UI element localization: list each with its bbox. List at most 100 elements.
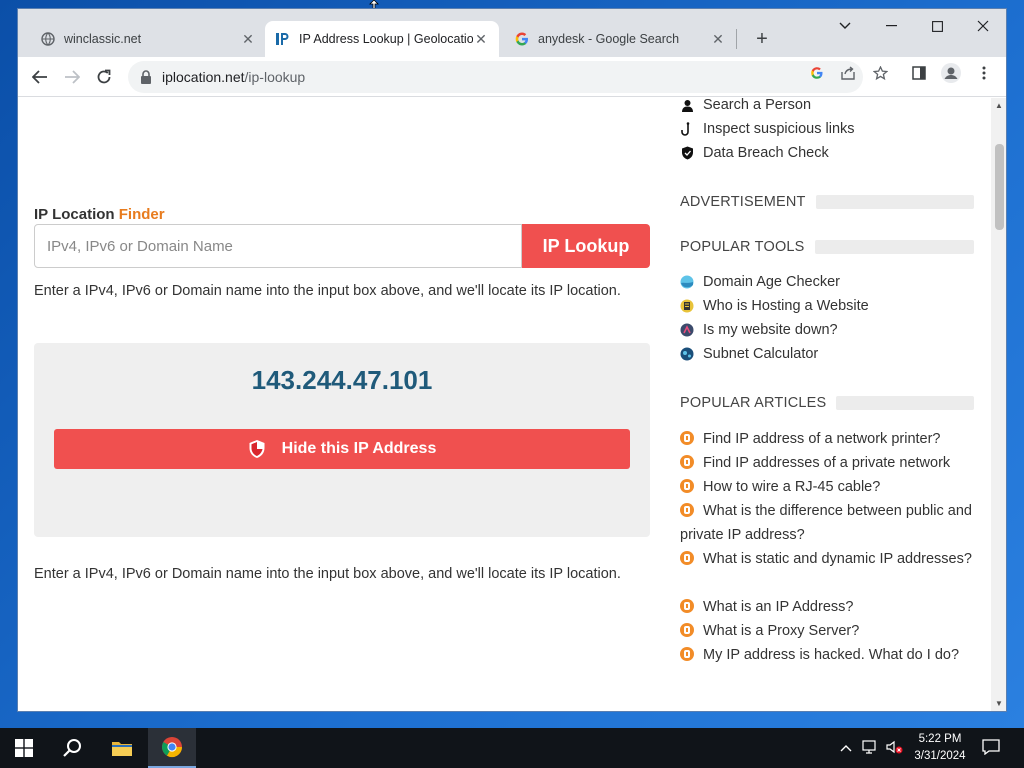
heading-rule (815, 195, 974, 209)
article-link[interactable]: What is a Proxy Server? (680, 619, 976, 643)
close-icon[interactable]: ✕ (473, 31, 489, 47)
tab-strip: winclassic.net ✕ IP Address Lookup | Geo… (18, 9, 1006, 57)
article-link[interactable]: My IP address is hacked. What do I do? (680, 643, 976, 667)
tool-domain-age-checker[interactable]: Domain Age Checker (680, 274, 840, 290)
finder-title: IP Location Finder (34, 206, 165, 223)
chrome-taskbar-button[interactable] (148, 728, 196, 768)
minimize-button[interactable] (868, 9, 914, 43)
hide-ip-label: Hide this IP Address (281, 440, 437, 457)
page-scrollbar[interactable]: ▲ ▼ (991, 98, 1006, 711)
sidebar-link-label: Inspect suspicious links (703, 121, 855, 137)
google-lens-icon[interactable] (806, 62, 828, 84)
popular-articles-heading: POPULAR ARTICLES (680, 395, 974, 411)
article-link[interactable]: Find IP address of a network printer? (680, 427, 976, 451)
forward-button[interactable] (58, 63, 86, 91)
sidebar-link-data-breach[interactable]: Data Breach Check (680, 145, 829, 161)
web-page: IP Location Finder IPv4, IPv6 or Domain … (18, 98, 993, 711)
clock-date: 3/31/2024 (914, 750, 966, 762)
article-link[interactable]: How to wire a RJ-45 cable? (680, 475, 976, 499)
advertisement-heading-text: ADVERTISEMENT (680, 194, 806, 210)
status-icon (680, 323, 694, 337)
notifications-icon[interactable] (982, 739, 1000, 758)
close-icon[interactable]: ✕ (240, 31, 256, 47)
blogger-icon (680, 623, 694, 637)
sidebar-link-inspect-links[interactable]: Inspect suspicious links (680, 121, 855, 137)
search-button[interactable] (48, 728, 96, 768)
ip-lookup-button[interactable]: IP Lookup (522, 224, 650, 268)
blogger-icon (680, 503, 694, 517)
scroll-down-arrow-icon[interactable]: ▼ (995, 700, 1003, 708)
popular-tools-heading-text: POPULAR TOOLS (680, 239, 805, 255)
ip-lookup-placeholder: IPv4, IPv6 or Domain Name (47, 237, 233, 255)
close-icon[interactable]: ✕ (710, 31, 726, 47)
volume-muted-icon[interactable] (886, 740, 904, 757)
windows-logo-icon (15, 739, 33, 757)
tab-title: winclassic.net (64, 32, 142, 46)
advertisement-heading: ADVERTISEMENT (680, 194, 974, 210)
blogger-icon (680, 551, 694, 565)
tab-title: anydesk - Google Search (538, 32, 680, 46)
tool-label: Who is Hosting a Website (703, 298, 869, 314)
tab-iplocation[interactable]: IP Address Lookup | Geolocation ✕ (265, 21, 499, 57)
shield-icon (680, 146, 694, 160)
article-link[interactable]: What is the difference between public an… (680, 499, 976, 547)
server-icon (680, 299, 694, 313)
tab-google-search[interactable]: anydesk - Google Search ✕ (504, 21, 736, 57)
file-explorer-button[interactable] (98, 728, 146, 768)
tool-is-website-down[interactable]: Is my website down? (680, 322, 838, 338)
blogger-icon (680, 599, 694, 613)
tab-winclassic[interactable]: winclassic.net ✕ (30, 21, 266, 57)
article-link[interactable]: Find IP addresses of a private network (680, 451, 976, 475)
menu-kebab-icon[interactable] (973, 62, 995, 84)
iplocation-favicon (275, 31, 291, 47)
finder-title-main: IP Location (34, 206, 115, 223)
tab-separator (736, 29, 737, 49)
lock-icon (141, 70, 151, 84)
address-bar[interactable]: iplocation.net/ip-lookup (128, 61, 863, 93)
maximize-button[interactable] (914, 9, 960, 43)
scroll-up-arrow-icon[interactable]: ▲ (995, 102, 1003, 110)
tab-title: IP Address Lookup | Geolocation (299, 32, 473, 46)
tool-label: Subnet Calculator (703, 346, 819, 362)
start-button[interactable] (0, 728, 48, 768)
new-tab-button[interactable]: + (750, 27, 774, 51)
back-button[interactable] (26, 63, 54, 91)
sidebar-link-search-person[interactable]: Search a Person (680, 98, 811, 113)
clock-time: 5:22 PM (918, 733, 962, 745)
tool-subnet-calculator[interactable]: Subnet Calculator (680, 346, 818, 362)
globe-icon (40, 31, 56, 47)
browser-window: winclassic.net ✕ IP Address Lookup | Geo… (17, 8, 1007, 712)
share-icon[interactable] (837, 62, 859, 84)
ip-lookup-input[interactable]: IPv4, IPv6 or Domain Name (34, 224, 522, 268)
hide-ip-button[interactable]: Hide this IP Address (54, 429, 630, 469)
blogger-icon (680, 431, 694, 445)
tool-label: Domain Age Checker (703, 274, 841, 290)
side-panel-icon[interactable] (908, 62, 930, 84)
profile-avatar-icon[interactable] (940, 62, 962, 84)
bookmark-star-icon[interactable] (869, 62, 891, 84)
article-link[interactable]: What is static and dynamic IP addresses? (680, 547, 976, 571)
tool-who-is-hosting[interactable]: Who is Hosting a Website (680, 298, 869, 314)
article-title: Find IP addresses of a private network (703, 455, 951, 471)
article-title: What is static and dynamic IP addresses? (703, 551, 972, 567)
reload-button[interactable] (90, 63, 118, 91)
system-clock[interactable]: 5:22 PM 3/31/2024 (905, 731, 975, 765)
url-path: /ip-lookup (244, 69, 306, 85)
popular-tools-heading: POPULAR TOOLS (680, 239, 974, 255)
network-icon (680, 347, 694, 361)
network-tray-icon[interactable] (862, 740, 880, 757)
search-icon (63, 739, 81, 757)
article-link[interactable]: What is an IP Address? (680, 595, 976, 619)
close-window-button[interactable] (960, 9, 1006, 43)
heading-rule (814, 240, 974, 254)
article-title: What is an IP Address? (703, 599, 854, 615)
article-title: My IP address is hacked. What do I do? (703, 647, 960, 663)
finder-title-accent: Finder (118, 206, 165, 223)
shield-icon (249, 440, 265, 458)
folder-icon (112, 742, 132, 756)
show-hidden-icons-chevron-icon[interactable] (840, 740, 852, 755)
scrollbar-thumb[interactable] (995, 144, 1004, 230)
popular-articles-heading-text: POPULAR ARTICLES (680, 395, 827, 411)
tab-search-chevron-icon[interactable] (822, 9, 868, 43)
lookup-help-text: Enter a IPv4, IPv6 or Domain name into t… (34, 283, 621, 299)
